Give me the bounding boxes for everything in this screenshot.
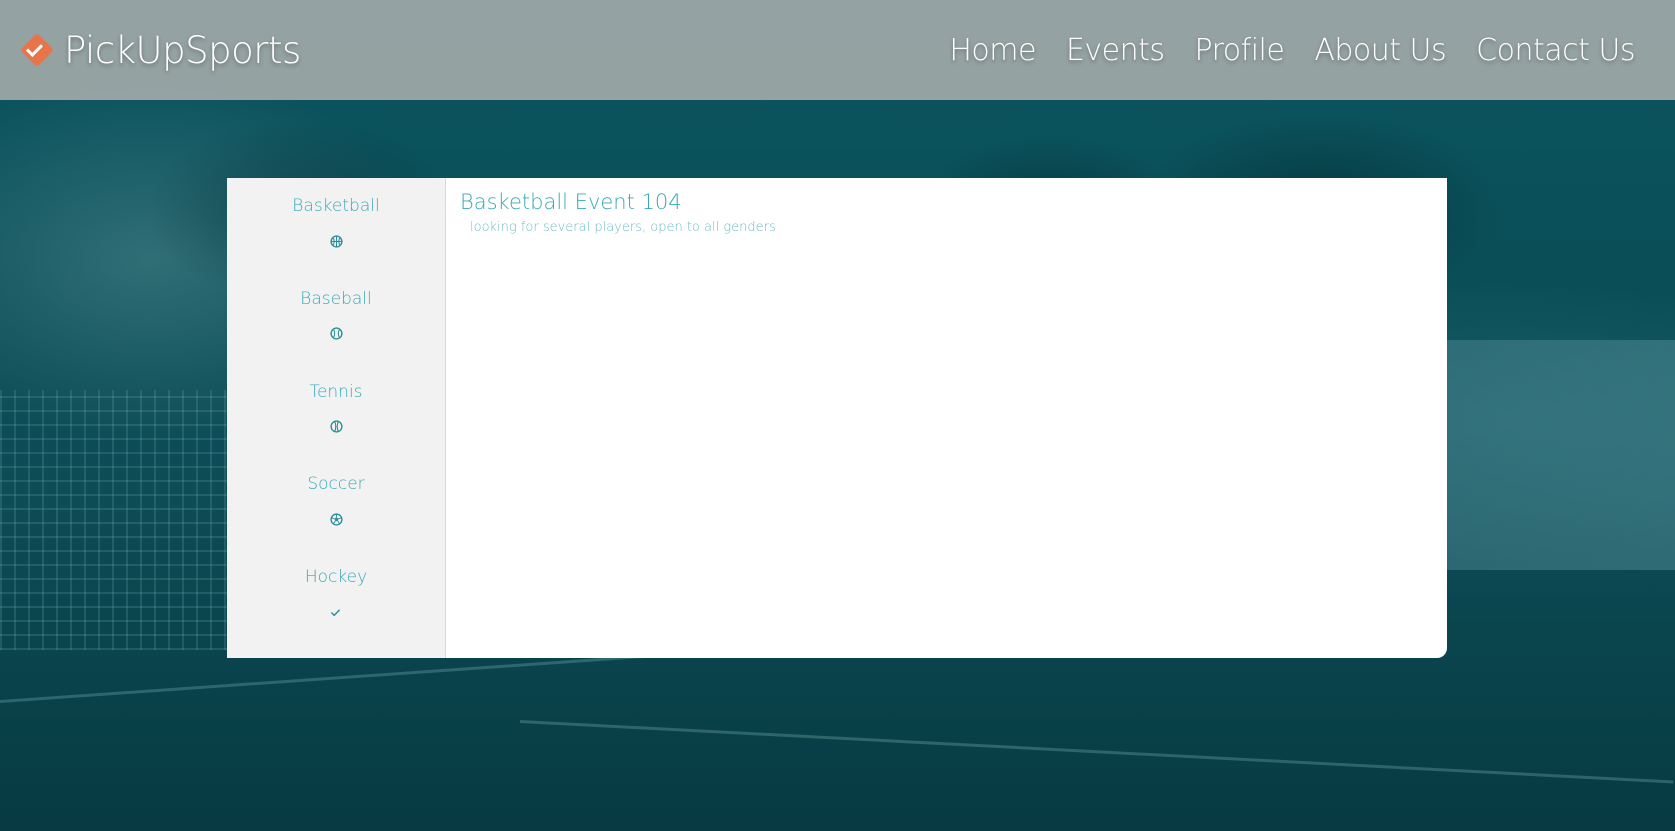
nav-events[interactable]: Events — [1066, 33, 1165, 68]
background-court-line — [519, 720, 1674, 784]
brand[interactable]: PickUpSports — [20, 29, 301, 72]
event-detail: Basketball Event 104 looking for several… — [446, 178, 1447, 658]
nav-profile[interactable]: Profile — [1195, 33, 1285, 68]
background-fence-left — [0, 390, 230, 650]
brand-name: PickUpSports — [64, 28, 301, 72]
sidebar-item-soccer[interactable]: Soccer — [307, 472, 365, 565]
sidebar-item-baseball[interactable]: Baseball — [300, 287, 372, 380]
check-icon — [329, 605, 343, 619]
sidebar-item-hockey[interactable]: Hockey — [305, 565, 367, 658]
sidebar-item-basketball[interactable]: Basketball — [292, 194, 380, 287]
nav-contact-us[interactable]: Contact Us — [1476, 33, 1635, 68]
basketball-icon — [329, 234, 343, 248]
sidebar-item-label: Baseball — [300, 288, 372, 309]
event-description: looking for several players, open to all… — [470, 220, 776, 235]
nav-about-us[interactable]: About Us — [1314, 33, 1446, 68]
background-fence-right — [1445, 340, 1675, 570]
nav-home[interactable]: Home — [949, 33, 1036, 68]
sidebar-item-label: Hockey — [304, 567, 368, 588]
events-panel: Basketball Baseball Tennis Soccer Hockey — [227, 178, 1447, 658]
sports-sidebar: Basketball Baseball Tennis Soccer Hockey — [227, 178, 446, 658]
soccer-ball-icon — [329, 512, 343, 526]
sidebar-item-tennis[interactable]: Tennis — [309, 380, 363, 473]
sidebar-item-label: Soccer — [307, 474, 365, 495]
sidebar-item-label: Tennis — [309, 381, 363, 402]
sidebar-item-label: Basketball — [292, 196, 380, 216]
baseball-icon — [329, 327, 343, 341]
top-navbar: PickUpSports Home Events Profile About U… — [0, 0, 1675, 100]
checkmark-diamond-icon — [20, 33, 54, 67]
tennis-ball-icon — [329, 420, 343, 434]
event-title[interactable]: Basketball Event 104 — [460, 190, 1433, 214]
main-nav: Home Events Profile About Us Contact Us — [949, 33, 1635, 68]
